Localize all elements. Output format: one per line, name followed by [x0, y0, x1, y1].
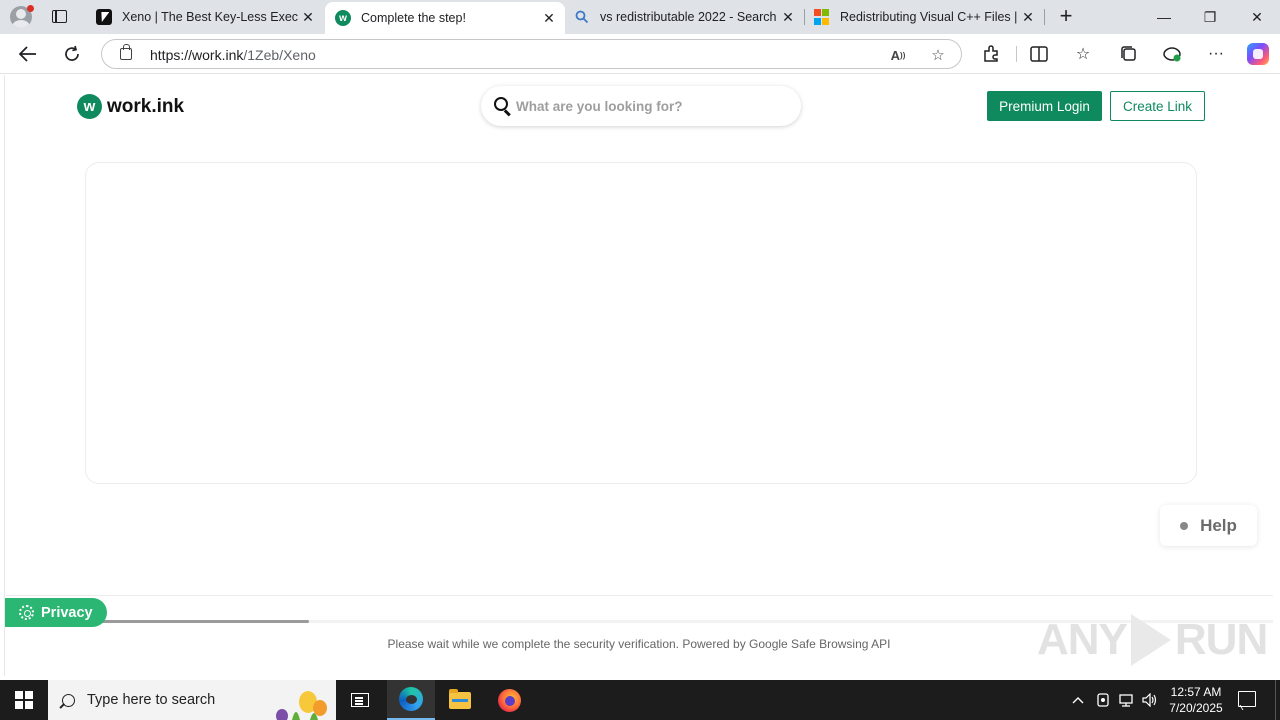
search-icon	[574, 9, 590, 25]
tab-vs-redistributable-search[interactable]: vs redistributable 2022 - Search ✕	[564, 0, 804, 34]
system-clock[interactable]: 12:57 AM 7/20/2025	[1158, 684, 1234, 716]
close-icon[interactable]: ✕	[539, 8, 559, 28]
favorites-icon[interactable]: ☆	[1071, 42, 1095, 66]
refresh-button[interactable]	[60, 42, 84, 66]
more-options-icon[interactable]: ···	[1204, 42, 1228, 66]
site-info-lock-icon[interactable]	[120, 44, 132, 60]
privacy-button[interactable]: Privacy	[5, 598, 107, 627]
show-desktop-button[interactable]	[1275, 680, 1280, 720]
watermark-left: ANY	[1037, 615, 1128, 664]
tab-xeno[interactable]: Xeno | The Best Key-Less Executor ✕	[86, 0, 324, 34]
close-icon[interactable]: ✕	[778, 7, 798, 27]
toolbar-separator	[1016, 46, 1017, 62]
folder-icon	[449, 688, 471, 709]
task-view-icon	[351, 693, 369, 707]
taskbar-file-explorer[interactable]	[436, 680, 484, 720]
edge-icon	[399, 687, 423, 711]
split-screen-icon[interactable]	[1027, 42, 1051, 66]
start-button[interactable]	[0, 680, 48, 720]
restore-button[interactable]: ❐	[1187, 0, 1233, 34]
search-input[interactable]	[516, 96, 786, 116]
help-status-dot	[1180, 521, 1189, 530]
show-hidden-icons-button[interactable]	[1068, 680, 1088, 720]
workink-logo[interactable]: w work.ink	[77, 94, 184, 119]
site-search	[481, 86, 801, 126]
premium-login-button[interactable]: Premium Login	[987, 91, 1102, 121]
clock-date: 7/20/2025	[1169, 701, 1223, 715]
firefox-icon	[497, 688, 521, 712]
tab-redistributing-visual-cpp[interactable]: Redistributing Visual C++ Files | Micros…	[804, 0, 1044, 34]
taskbar-search-placeholder: Type here to search	[87, 692, 216, 708]
taskbar-edge[interactable]	[387, 680, 435, 720]
workink-icon: w	[335, 10, 351, 26]
network-icon[interactable]	[1116, 680, 1136, 720]
tab-title: Redistributing Visual C++ Files | Micros…	[840, 10, 1018, 24]
search-icon	[494, 97, 508, 111]
task-view-button[interactable]	[336, 680, 384, 720]
search-highlight-flowers-icon	[276, 691, 327, 720]
notifications-icon[interactable]	[1238, 691, 1256, 707]
tab-separator	[1044, 9, 1045, 25]
windows-taskbar: Type here to search 12:57 AM 7/20/2025	[0, 680, 1280, 720]
close-icon[interactable]: ✕	[1018, 7, 1038, 27]
workink-logo-icon: w	[77, 94, 102, 119]
read-aloud-icon[interactable]: A))	[888, 45, 908, 65]
workink-logo-text: work.ink	[107, 95, 185, 117]
back-arrow-icon	[19, 46, 36, 62]
web-page: w work.ink Premium Login Create Link Hel…	[4, 75, 1273, 676]
address-url[interactable]: https://work.ink/1Zeb/Xeno	[150, 47, 316, 63]
meet-now-icon[interactable]	[1093, 680, 1113, 720]
privacy-label: Privacy	[41, 604, 93, 621]
step-content-card	[85, 162, 1197, 484]
tab-actions-icon[interactable]	[52, 10, 67, 23]
tab-title: vs redistributable 2022 - Search	[600, 10, 777, 24]
new-tab-button[interactable]: +	[1057, 5, 1075, 27]
profile-notification-dot	[27, 5, 34, 12]
close-window-button[interactable]: ✕	[1234, 0, 1280, 34]
clock-time: 12:57 AM	[1170, 685, 1222, 699]
browser-toolbar: https://work.ink/1Zeb/Xeno A)) ☆ ☆ ···	[0, 34, 1280, 74]
tab-title: Complete the step!	[361, 11, 466, 25]
favorite-star-icon[interactable]: ☆	[928, 45, 948, 65]
xeno-icon	[96, 9, 112, 25]
taskbar-firefox[interactable]	[485, 680, 533, 720]
collections-icon[interactable]	[1116, 42, 1140, 66]
volume-icon[interactable]	[1140, 680, 1160, 720]
tab-title: Xeno | The Best Key-Less Executor	[122, 10, 298, 24]
help-label: Help	[1200, 515, 1237, 535]
tab-complete-the-step[interactable]: w Complete the step! ✕	[325, 2, 565, 34]
create-link-button[interactable]: Create Link	[1110, 91, 1205, 121]
windows-logo-icon	[15, 691, 33, 709]
chevron-up-icon	[1072, 697, 1084, 704]
watermark-right: RUN	[1174, 615, 1268, 664]
address-bar[interactable]: https://work.ink/1Zeb/Xeno A)) ☆	[101, 39, 962, 69]
title-bar: Xeno | The Best Key-Less Executor ✕ w Co…	[0, 0, 1280, 34]
microsoft-icon	[814, 9, 830, 25]
url-host: https://work.ink	[150, 47, 244, 63]
help-button[interactable]: Help	[1160, 505, 1257, 546]
minimize-button[interactable]: —	[1141, 0, 1187, 34]
browser-essentials-icon[interactable]	[1160, 42, 1184, 66]
gear-icon	[19, 605, 34, 620]
watermark-play-icon	[1130, 614, 1171, 666]
footer-divider	[5, 595, 1273, 596]
copilot-icon[interactable]	[1247, 43, 1269, 65]
url-path: /1Zeb/Xeno	[243, 47, 316, 63]
back-button[interactable]	[16, 42, 40, 66]
extensions-icon[interactable]	[979, 42, 1003, 66]
search-icon	[62, 693, 75, 707]
anyrun-watermark: ANY RUN	[1037, 605, 1268, 675]
close-icon[interactable]: ✕	[298, 7, 318, 27]
taskbar-search-box[interactable]: Type here to search	[48, 680, 336, 720]
refresh-icon	[65, 45, 79, 61]
